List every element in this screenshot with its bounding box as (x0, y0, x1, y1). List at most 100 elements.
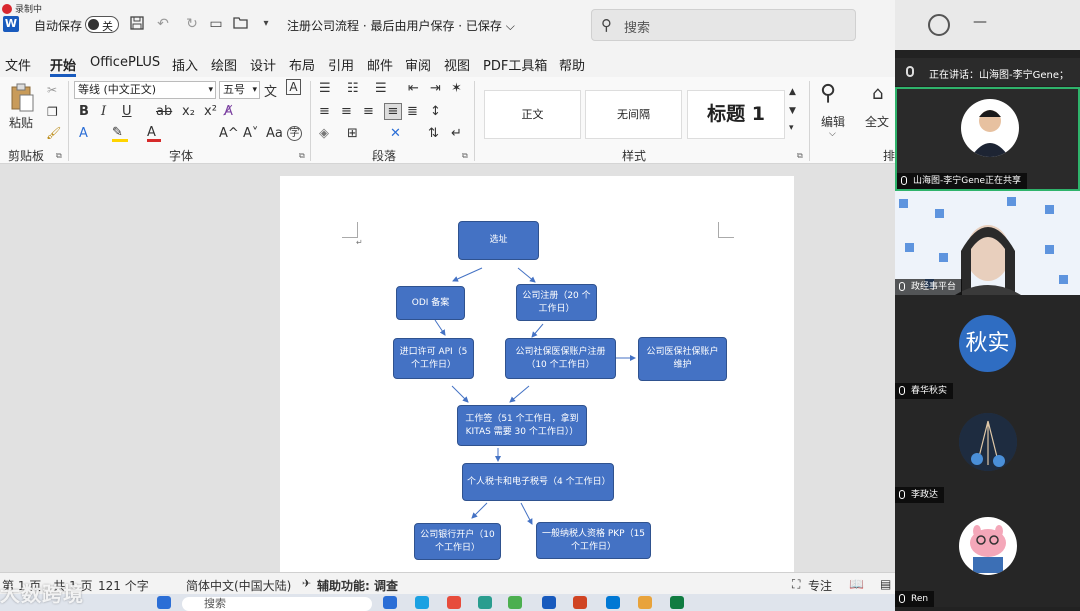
font-name-select[interactable]: 等线 (中文正文) ▾ (74, 81, 216, 99)
font-size-select[interactable]: 五号 ▾ (219, 81, 260, 99)
participant-tile[interactable]: 李政达 (895, 399, 1080, 503)
format-painter-icon[interactable]: 🖌 (46, 126, 61, 140)
change-case-button[interactable]: Aa (266, 126, 283, 141)
tab-insert[interactable]: 插入 (172, 55, 198, 74)
style-no-spacing[interactable]: 无间隔 (585, 90, 682, 139)
paragraph-launcher-icon[interactable]: ⧉ (462, 151, 468, 161)
flow-step-register[interactable]: 公司注册（20 个工作日） (516, 284, 597, 321)
flow-step-maintain[interactable]: 公司医保社保账户维护 (638, 337, 727, 381)
grow-font-button[interactable]: A^ (219, 126, 239, 141)
taskbar-app-icon[interactable] (606, 596, 620, 609)
tab-layout[interactable]: 布局 (289, 55, 315, 74)
user-icon[interactable] (928, 14, 950, 36)
numbering-icon[interactable]: ☷ (347, 81, 359, 96)
participant-tile[interactable]: Ren (895, 503, 1080, 607)
redo-icon[interactable]: ↻ (184, 16, 200, 32)
paste-button[interactable]: 粘贴 (9, 114, 33, 131)
enclose-char-icon[interactable]: 字 (287, 126, 302, 141)
align-right-icon[interactable]: ≡ (363, 104, 374, 119)
tab-references[interactable]: 引用 (328, 55, 354, 74)
flow-step-social[interactable]: 公司社保医保账户注册（10 个工作日） (505, 338, 616, 379)
increase-indent-icon[interactable]: ⇥ (430, 81, 441, 96)
align-center-icon[interactable]: ≡ (341, 104, 352, 119)
tab-file[interactable]: 文件 (5, 55, 31, 74)
tab-home[interactable]: 开始 (50, 55, 76, 74)
strikethrough-button[interactable]: ab (156, 104, 172, 119)
char-border-icon[interactable]: A (286, 79, 301, 95)
borders-icon[interactable]: ⊞ (347, 126, 358, 141)
undo-icon[interactable]: ↶ (155, 16, 171, 32)
flow-step-pkp[interactable]: 一般纳税人资格 PKP（15 个工作日） (536, 522, 651, 559)
clipboard-launcher-icon[interactable]: ⧉ (56, 151, 62, 161)
taskbar-app-icon[interactable] (670, 596, 684, 609)
fulltext-button[interactable]: 全文 (865, 113, 889, 130)
editing-search-icon[interactable]: ⚲ (820, 81, 836, 106)
taskbar-search-input[interactable]: 搜索 (182, 597, 372, 611)
shrink-font-button[interactable]: A˅ (243, 126, 258, 141)
superscript-button[interactable]: x² (204, 104, 217, 119)
chinese-layout-icon[interactable]: ✶ (451, 81, 462, 96)
underline-button[interactable]: U (122, 104, 132, 119)
styles-scroll-up-icon[interactable]: ▲ (789, 87, 796, 97)
windows-start-icon[interactable] (157, 596, 171, 609)
taskbar-app-icon[interactable] (383, 596, 397, 609)
flow-step-site[interactable]: 选址 (458, 221, 539, 260)
tab-view[interactable]: 视图 (444, 55, 470, 74)
save-icon[interactable] (129, 16, 145, 32)
cut-icon[interactable]: ✂ (47, 83, 57, 97)
taskbar-word-icon[interactable] (573, 596, 587, 609)
distributed-icon[interactable]: ≣ (407, 104, 418, 119)
open-folder-icon[interactable] (233, 16, 249, 32)
justify-icon[interactable]: ≡ (384, 103, 402, 120)
tab-design[interactable]: 设计 (250, 55, 276, 74)
subscript-button[interactable]: x₂ (182, 104, 195, 119)
search-input[interactable]: ⚲ 搜索 (591, 9, 856, 41)
copy-icon[interactable]: ❐ (47, 105, 58, 119)
clear-format-icon[interactable]: A̸ (224, 104, 233, 119)
tab-mailings[interactable]: 邮件 (367, 55, 393, 74)
styles-launcher-icon[interactable]: ⧉ (797, 151, 803, 161)
show-marks-icon[interactable]: ↵ (451, 126, 462, 141)
tab-pdf-tools[interactable]: PDF工具箱 (483, 55, 547, 74)
taskbar-app-icon[interactable] (447, 596, 461, 609)
participant-tile[interactable]: 秋实 春华秋实 (895, 295, 1080, 399)
language-indicator[interactable]: 简体中文(中国大陆) (186, 577, 291, 594)
flow-step-bank[interactable]: 公司银行开户（10 个工作日） (414, 523, 501, 560)
minimize-icon[interactable]: — (973, 14, 987, 30)
style-heading-1[interactable]: 标题 1 (687, 90, 785, 139)
font-color-icon[interactable]: A (147, 125, 161, 142)
participant-tile[interactable]: 政经事平台 (895, 191, 1080, 295)
customize-icon[interactable]: ▾ (258, 16, 274, 32)
decrease-indent-icon[interactable]: ⇤ (408, 81, 419, 96)
fulltext-icon[interactable]: ⌂ (872, 83, 883, 104)
accessibility-status[interactable]: 辅助功能: 调查 (317, 577, 398, 594)
styles-scroll-down-icon[interactable]: ▼ (789, 106, 796, 116)
flow-step-tax[interactable]: 个人税卡和电子税号（4 个工作日） (462, 463, 614, 501)
flow-step-odi[interactable]: ODI 备案 (396, 286, 465, 320)
focus-mode-button[interactable]: 专注 (808, 577, 832, 594)
taskbar-app-icon[interactable] (638, 596, 652, 609)
multilevel-list-icon[interactable]: ☰ (375, 81, 387, 96)
bullets-icon[interactable]: ☰ (319, 81, 331, 96)
new-doc-icon[interactable]: ▭ (208, 16, 224, 32)
paste-icon[interactable] (8, 83, 36, 115)
sort-icon[interactable]: ⇅ (428, 126, 439, 141)
participant-tile[interactable]: 山海图-李宁Gene正在共享 (895, 87, 1080, 191)
tab-help[interactable]: 帮助 (559, 55, 585, 74)
taskbar-app-icon[interactable] (508, 596, 522, 609)
styles-more-icon[interactable]: ▾ (789, 123, 794, 133)
asian-layout-icon[interactable]: ✕ (390, 126, 401, 141)
read-mode-icon[interactable]: 📖 (849, 577, 864, 591)
tab-officeplus[interactable]: OfficePLUS (90, 55, 160, 70)
tab-draw[interactable]: 绘图 (211, 55, 237, 74)
line-spacing-icon[interactable]: ↕ (430, 104, 441, 119)
flow-step-visa[interactable]: 工作签（51 个工作日，拿到 KITAS 需要 30 个工作日）） (457, 405, 587, 446)
document-page[interactable]: ↵ 选址 ODI 备案 公司注册（20 个工作日） 进口许可 API（5 个工作… (280, 176, 794, 572)
align-left-icon[interactable]: ≡ (319, 104, 330, 119)
text-effects-icon[interactable]: A (79, 126, 88, 141)
taskbar-app-icon[interactable] (415, 596, 429, 609)
style-normal[interactable]: 正文 (484, 90, 581, 139)
italic-button[interactable]: I (101, 104, 106, 119)
tab-review[interactable]: 审阅 (405, 55, 431, 74)
print-layout-icon[interactable]: ▤ (880, 577, 891, 591)
